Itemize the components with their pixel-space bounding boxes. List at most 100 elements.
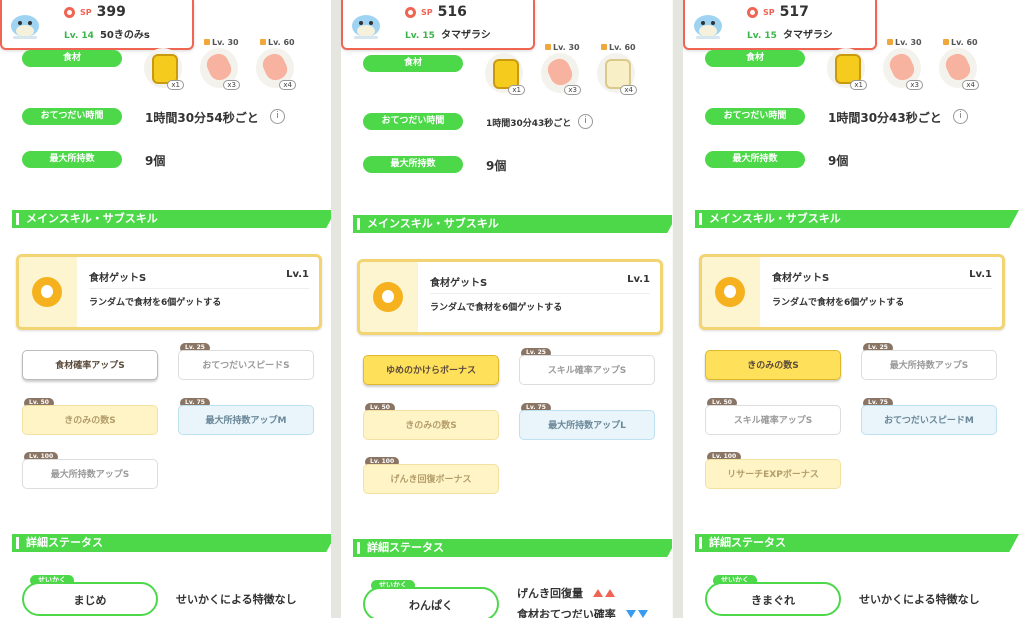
skills-section-header: メインスキル・サブスキル <box>695 210 1019 228</box>
ingredient-slot[interactable]: x1 <box>827 48 867 90</box>
ingredient-label: 食材 <box>22 50 122 67</box>
lock-icon <box>545 44 551 50</box>
main-skill-description: ランダムで食材を6個ゲットする <box>430 303 563 313</box>
lock-icon <box>601 44 607 50</box>
nature-value[interactable]: まじめ <box>22 582 158 616</box>
nickname: 50きのみs <box>99 30 150 41</box>
max-carry-label: 最大所持数 <box>705 151 805 168</box>
help-time-value: 1時間30分54秒ごと <box>145 111 259 125</box>
help-time-value: 1時間30分43秒ごと <box>828 111 942 125</box>
max-carry-label: 最大所持数 <box>22 151 122 168</box>
ingredient-label: 食材 <box>363 55 463 72</box>
ingredient-slot[interactable]: x4 <box>256 48 296 90</box>
unlock-level-text: Lv. 30 <box>553 43 580 52</box>
pokemon-header-card: SP 517 Lv. 15 タマザラシ <box>683 0 877 50</box>
main-skill-level: Lv.1 <box>286 269 309 280</box>
sub-skill-button[interactable]: おてつだいスピードS <box>178 350 314 380</box>
sub-skill-button[interactable]: 最大所持数アップS <box>861 350 997 380</box>
nickname: タマザラシ <box>782 30 833 41</box>
level-row: Lv. 15 タマザラシ <box>405 26 491 41</box>
nature-value[interactable]: きまぐれ <box>705 582 841 616</box>
ingredient-slot[interactable]: x3 <box>200 48 240 90</box>
sp-value: 516 <box>437 4 467 20</box>
nature-up-stat: げんき回復量 <box>517 587 583 600</box>
max-carry-value: 9個 <box>486 159 507 173</box>
unlock-level-text: Lv. 30 <box>212 38 239 47</box>
nature-value[interactable]: わんぱく <box>363 587 499 618</box>
ingredient-slot[interactable]: x1 <box>144 48 184 90</box>
pokeball-icon <box>64 6 75 18</box>
main-skill-icon-panel <box>360 262 418 332</box>
main-skill-level: Lv.1 <box>969 269 992 280</box>
main-skill-description: ランダムで食材を6個ゲットする <box>772 298 905 308</box>
ingredient-unlock-level: Lv. 30 <box>545 43 580 52</box>
pokemon-icon <box>691 6 725 40</box>
unlock-level-text: Lv. 30 <box>895 38 922 47</box>
sub-skill-button[interactable]: きのみの数S <box>705 350 841 380</box>
max-carry-label: 最大所持数 <box>363 156 463 173</box>
meat-ingredient-icon <box>203 50 235 84</box>
lock-icon <box>887 39 893 45</box>
main-skill-card[interactable]: 食材ゲットS Lv.1 ランダムで食材を6個ゲットする <box>699 254 1005 330</box>
sp-value: 399 <box>96 4 126 20</box>
status-section-header: 詳細ステータス <box>353 539 672 557</box>
ingredient-slot[interactable]: x4 <box>597 53 637 95</box>
main-skill-icon-panel <box>702 257 760 327</box>
pokemon-icon <box>8 6 42 40</box>
divider <box>772 288 992 289</box>
ingredient-slot[interactable]: x4 <box>939 48 979 90</box>
panel-separator <box>331 0 341 618</box>
unlock-level-text: Lv. 60 <box>268 38 295 47</box>
ingredient-slot[interactable]: x3 <box>883 48 923 90</box>
sp-label: SP <box>421 7 433 17</box>
level-text: Lv. 15 <box>747 31 777 41</box>
main-skill-card[interactable]: 食材ゲットS Lv.1 ランダムで食材を6個ゲットする <box>16 254 322 330</box>
ingredient-quantity: x1 <box>508 85 525 95</box>
info-icon[interactable]: i <box>953 109 968 124</box>
main-skill-icon-panel <box>19 257 77 327</box>
level-row: Lv. 15 タマザラシ <box>747 26 833 41</box>
info-icon[interactable]: i <box>270 109 285 124</box>
sub-skill-button[interactable]: 最大所持数アップS <box>22 459 158 489</box>
sub-skill-button[interactable]: きのみの数S <box>22 405 158 435</box>
info-icon[interactable]: i <box>578 114 593 129</box>
level-text: Lv. 15 <box>405 31 435 41</box>
sub-skill-button[interactable]: 食材確率アップS <box>22 350 158 380</box>
panel-separator <box>673 0 683 618</box>
sub-skill-button[interactable]: 最大所持数アップL <box>519 410 655 440</box>
level-row: Lv. 14 50きのみs <box>64 26 150 41</box>
meat-ingredient-icon <box>942 50 974 84</box>
divider <box>430 293 650 294</box>
sub-skill-button[interactable]: リサーチEXPボーナス <box>705 459 841 489</box>
ingredient-quantity: x3 <box>223 80 240 90</box>
down-triangle-icon <box>637 610 648 618</box>
sub-skill-button[interactable]: 最大所持数アップM <box>178 405 314 435</box>
pokemon-panel: SP 516 Lv. 15 タマザラシ 食材 x1 Lv. 30 x3 Lv. 60 x4 おてつだ… <box>341 0 672 618</box>
sub-skill-button[interactable]: きのみの数S <box>363 410 499 440</box>
down-arrows <box>624 608 648 618</box>
sp-row: SP 517 <box>747 4 809 20</box>
main-skill-description: ランダムで食材を6個ゲットする <box>89 298 222 308</box>
meat-ingredient-icon <box>544 55 576 89</box>
up-triangle-icon <box>605 589 615 597</box>
help-time-value: 1時間30分43秒ごと <box>486 119 572 129</box>
help-time-label: おてつだい時間 <box>363 113 463 130</box>
meat-ingredient-icon <box>259 50 291 84</box>
ingredient-slot[interactable]: x3 <box>541 53 581 95</box>
pokemon-panel: SP 399 Lv. 14 50きのみs 食材 x1 Lv. 30 x3 Lv. 60 x4 おてつ… <box>0 0 331 618</box>
lock-icon <box>943 39 949 45</box>
sub-skill-button[interactable]: げんき回復ボーナス <box>363 464 499 494</box>
unlock-level-text: Lv. 60 <box>951 38 978 47</box>
lock-icon <box>204 39 210 45</box>
main-skill-card[interactable]: 食材ゲットS Lv.1 ランダムで食材を6個ゲットする <box>357 259 663 335</box>
ingredient-slot[interactable]: x1 <box>485 53 525 95</box>
ingredient-label: 食材 <box>705 50 805 67</box>
pokemon-icon <box>349 6 383 40</box>
up-triangle-icon <box>593 589 603 597</box>
sub-skill-button[interactable]: スキル確率アップS <box>519 355 655 385</box>
sub-skill-button[interactable]: スキル確率アップS <box>705 405 841 435</box>
skills-section-header: メインスキル・サブスキル <box>12 210 331 228</box>
sp-label: SP <box>80 7 92 17</box>
sub-skill-button[interactable]: おてつだいスピードM <box>861 405 997 435</box>
sub-skill-button[interactable]: ゆめのかけらボーナス <box>363 355 499 385</box>
